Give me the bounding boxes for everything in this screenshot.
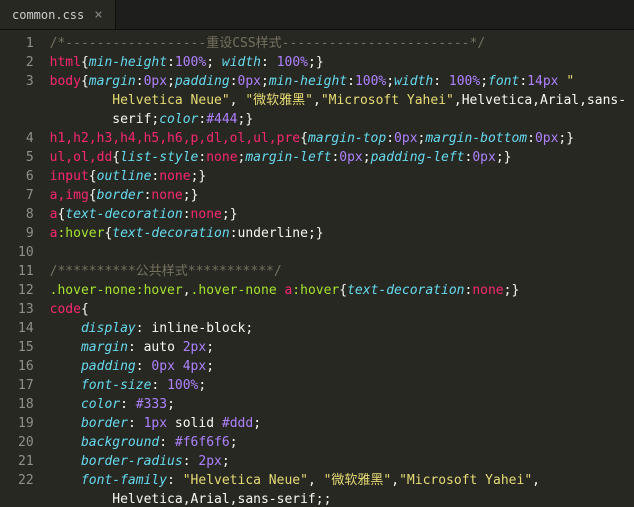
- close-icon[interactable]: ×: [94, 7, 102, 23]
- line-gutter: 123 45678910111213141516171819202122 23: [0, 30, 44, 507]
- tab-common-css[interactable]: common.css ×: [0, 0, 116, 29]
- tab-filename: common.css: [12, 8, 84, 22]
- tab-bar: common.css ×: [0, 0, 634, 30]
- editor: 123 45678910111213141516171819202122 23 …: [0, 30, 634, 507]
- code-area[interactable]: /*------------------重设CSS样式-------------…: [44, 30, 632, 507]
